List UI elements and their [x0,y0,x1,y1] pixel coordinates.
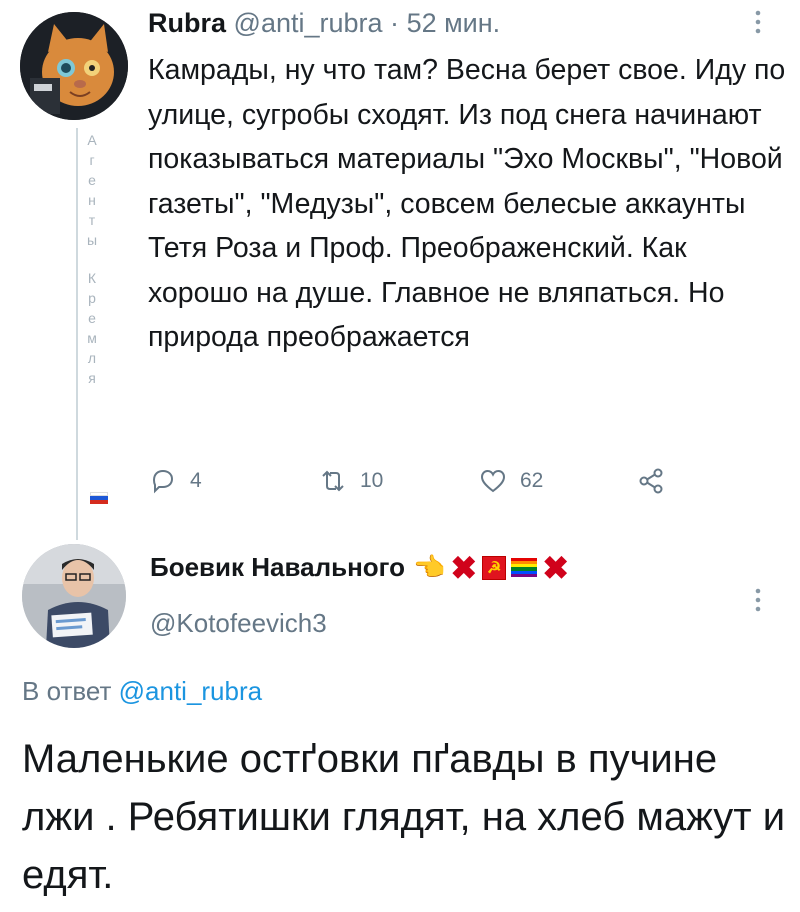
handle[interactable]: @anti_rubra [234,8,383,38]
avatar-rubra[interactable] [20,12,128,120]
side-letter: н [88,192,96,208]
side-caption: А г е н т ы К р е м л я [84,130,100,388]
hammer-sickle-emoji: ☭ [482,555,507,580]
handle[interactable]: @Kotofeevich3 [150,608,327,639]
tweet-reply: Боевик Навального 👈 ✖ ☭ ✖ @Kotofeevich3 … [0,530,800,912]
more-options-icon[interactable] [752,8,764,36]
russian-flag-icon [90,492,108,504]
timestamp[interactable]: 52 мин. [407,8,501,38]
cat-avatar-icon [20,12,128,120]
person-avatar-icon [22,544,126,648]
retweet-icon [322,470,344,492]
side-letter: е [88,172,96,188]
separator: · [390,8,400,38]
like-count: 62 [520,469,544,492]
side-letter: т [88,212,96,228]
tweet-actions: 4 10 62 [148,466,708,504]
heart-icon [480,469,506,493]
tweet-original: А г е н т ы К р е м л я Rubra @anti_rubr… [0,0,800,540]
reply-count: 4 [190,469,202,492]
side-letter: м [87,330,97,346]
display-name[interactable]: Rubra [148,8,226,38]
tweet-text: Камрады, ну что там? Весна берет свое. И… [148,54,786,353]
reply-handle-link[interactable]: @anti_rubra [119,676,262,706]
tweet-text: Маленькие остґовки пґавды в пучине лжи .… [22,737,786,897]
thread-line [76,128,78,540]
cross-mark-emoji: ✖ [542,549,570,586]
avatar-kotofeevich[interactable] [22,544,126,648]
side-letter: р [88,290,96,306]
share-icon [639,468,663,494]
side-letter: К [87,270,97,286]
display-name[interactable]: Боевик Навального [150,552,405,583]
share-button[interactable] [636,466,666,496]
side-letter: л [87,350,97,366]
reply-prefix: В ответ [22,676,112,706]
reply-to-line: В ответ @anti_rubra [22,676,262,707]
name-emojis: 👈 ✖ ☭ ✖ [413,549,570,586]
side-letter: ы [86,232,98,248]
rainbow-flag-emoji [511,557,538,578]
tweet-header: Rubra @anti_rubra · 52 мин. [148,4,500,42]
reply-icon [152,469,174,494]
more-options-icon[interactable] [752,586,764,614]
reply-button[interactable]: 4 [148,466,202,496]
cross-mark-emoji: ✖ [450,549,478,586]
retweet-button[interactable]: 10 [318,466,383,496]
retweet-count: 10 [360,469,384,492]
side-letter: А [87,132,97,148]
display-name-line: Боевик Навального 👈 ✖ ☭ ✖ [150,549,570,586]
like-button[interactable]: 62 [478,466,543,496]
side-letter: я [88,370,96,386]
point-left-hand-emoji: 👈 [413,552,446,582]
side-letter: г [89,152,95,168]
side-letter: е [88,310,96,326]
